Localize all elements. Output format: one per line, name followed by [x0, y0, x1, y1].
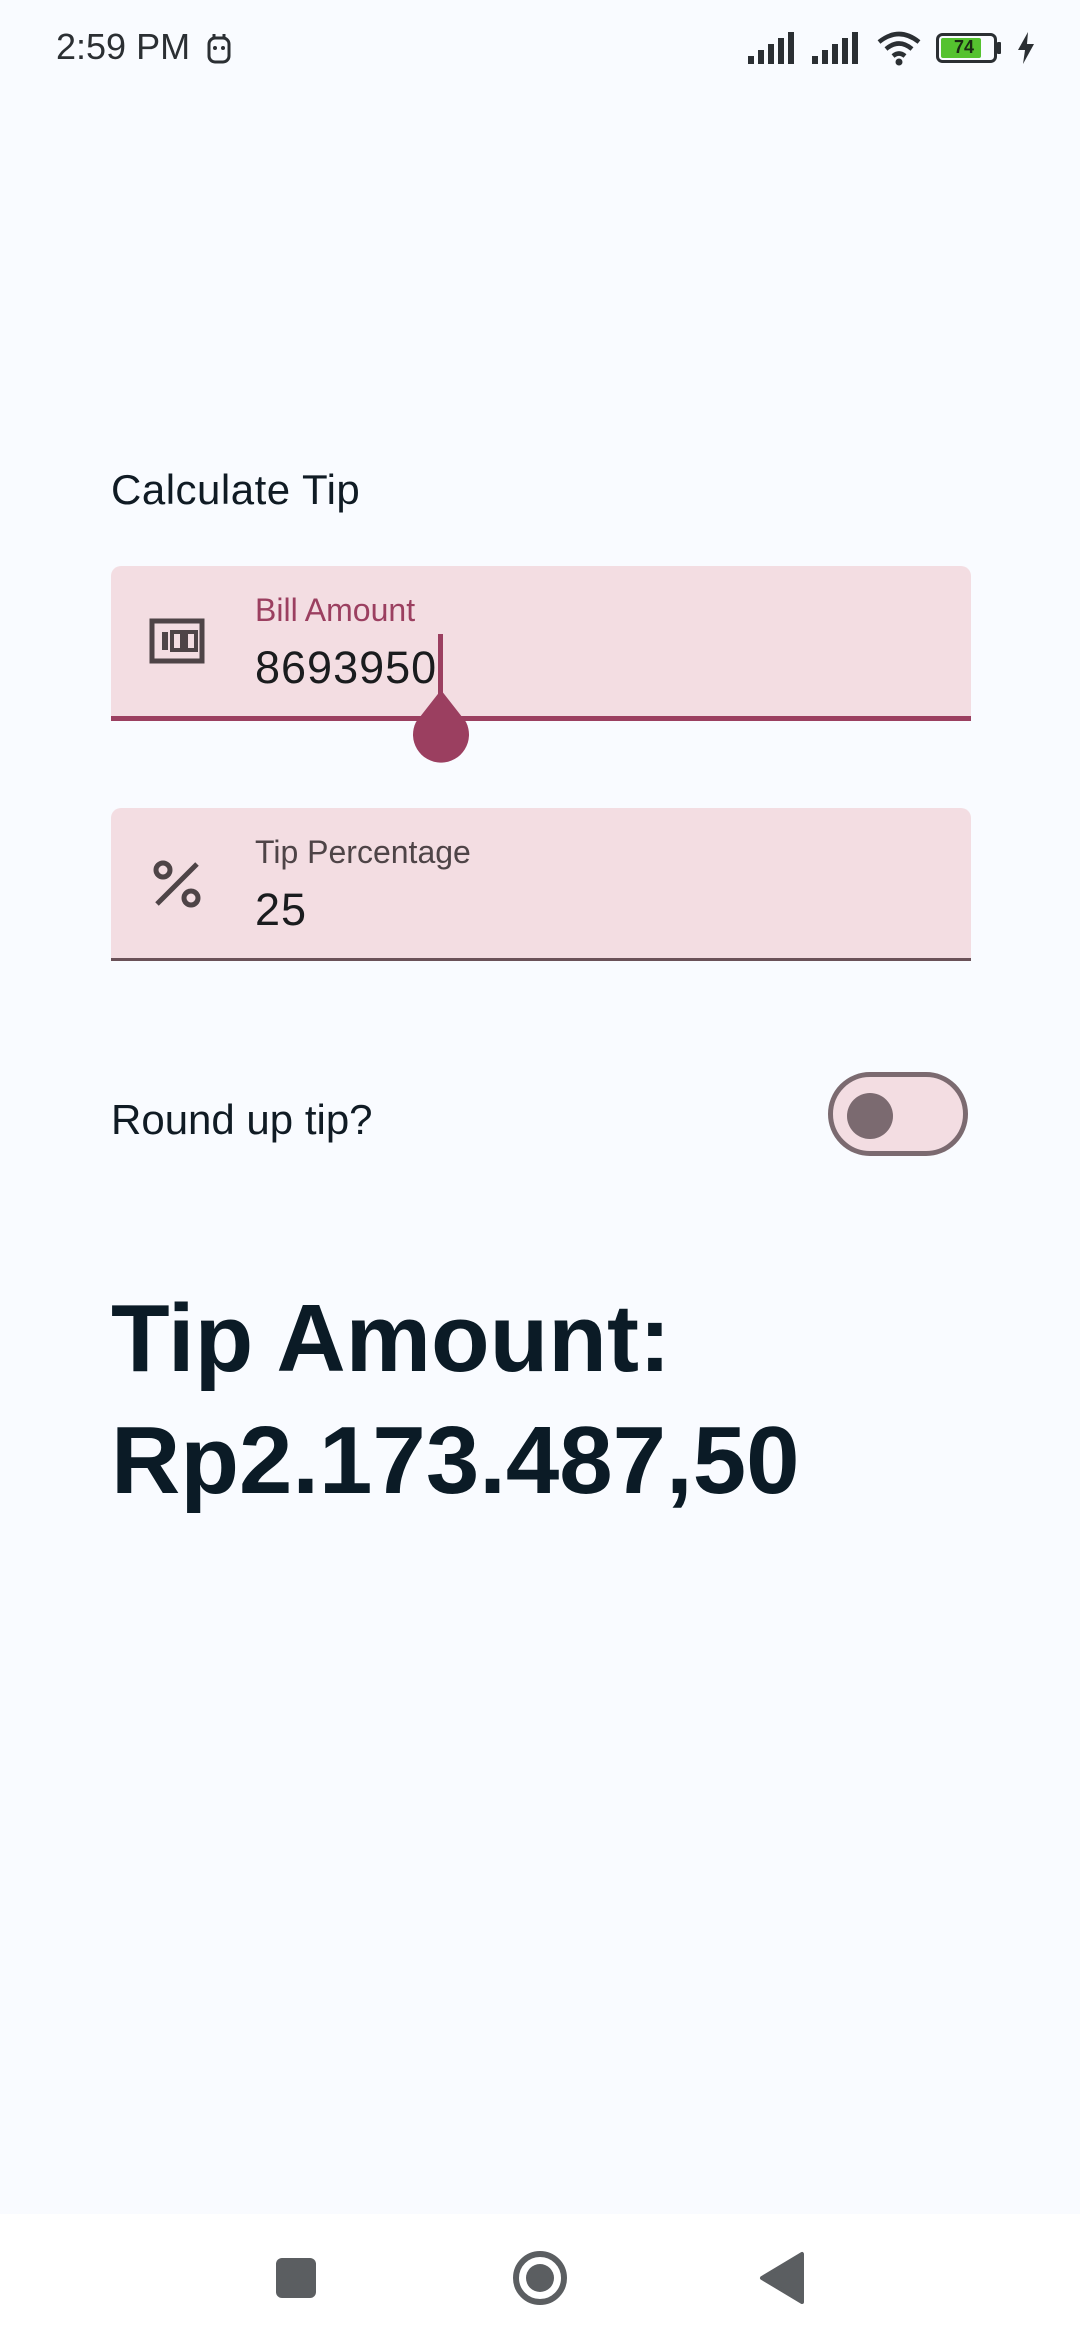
- status-bar: 2:59 PM 74: [0, 0, 1080, 100]
- money-icon: [149, 618, 205, 664]
- battery-icon: 74: [936, 33, 1002, 63]
- wifi-icon: [877, 31, 921, 66]
- status-icons: 74: [748, 26, 1036, 70]
- tip-amount-result: Tip Amount: Rp2.173.487,50: [111, 1285, 800, 1514]
- back-icon[interactable]: [746, 2240, 822, 2316]
- tip-percentage-field[interactable]: Tip Percentage 25: [111, 808, 971, 961]
- battery-level: 74: [954, 37, 975, 57]
- switch-thumb: [847, 1093, 893, 1139]
- home-icon[interactable]: [502, 2240, 578, 2316]
- tip-percentage-label: Tip Percentage: [255, 834, 471, 870]
- text-cursor: [438, 634, 443, 694]
- notification-icon: [207, 34, 231, 64]
- signal-icon: [812, 32, 858, 64]
- charging-icon: [1018, 32, 1034, 64]
- percent-icon: [153, 860, 201, 908]
- bill-amount-label: Bill Amount: [255, 592, 416, 628]
- page-title: Calculate Tip: [111, 466, 361, 513]
- navigation-bar: [0, 2214, 1080, 2340]
- bill-amount-field[interactable]: Bill Amount 8693950: [111, 566, 971, 721]
- bill-amount-input[interactable]: 8693950: [255, 642, 437, 694]
- cursor-handle[interactable]: [410, 690, 472, 764]
- tip-percentage-input[interactable]: 25: [255, 884, 307, 936]
- recent-apps-icon[interactable]: [258, 2240, 334, 2316]
- status-time: 2:59 PM: [56, 26, 191, 67]
- round-up-label: Round up tip?: [111, 1096, 373, 1143]
- signal-icon: [748, 32, 794, 64]
- round-up-switch[interactable]: [828, 1072, 968, 1156]
